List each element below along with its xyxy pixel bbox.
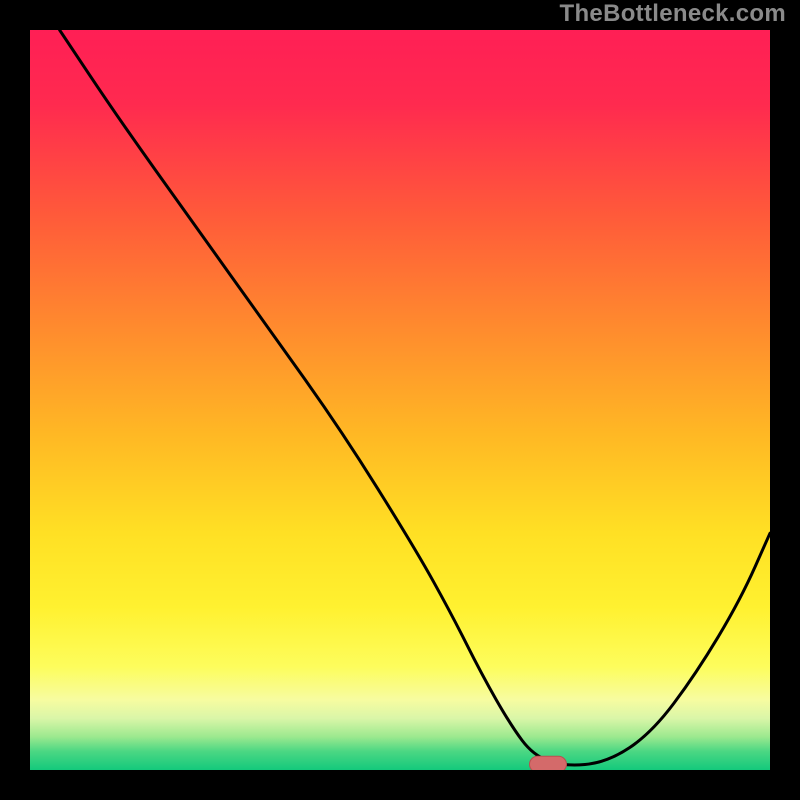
- bottleneck-plot: [30, 30, 770, 770]
- plot-background: [30, 30, 770, 770]
- optimal-marker: [530, 756, 567, 770]
- chart-frame: TheBottleneck.com: [0, 0, 800, 800]
- watermark-text: TheBottleneck.com: [560, 0, 786, 28]
